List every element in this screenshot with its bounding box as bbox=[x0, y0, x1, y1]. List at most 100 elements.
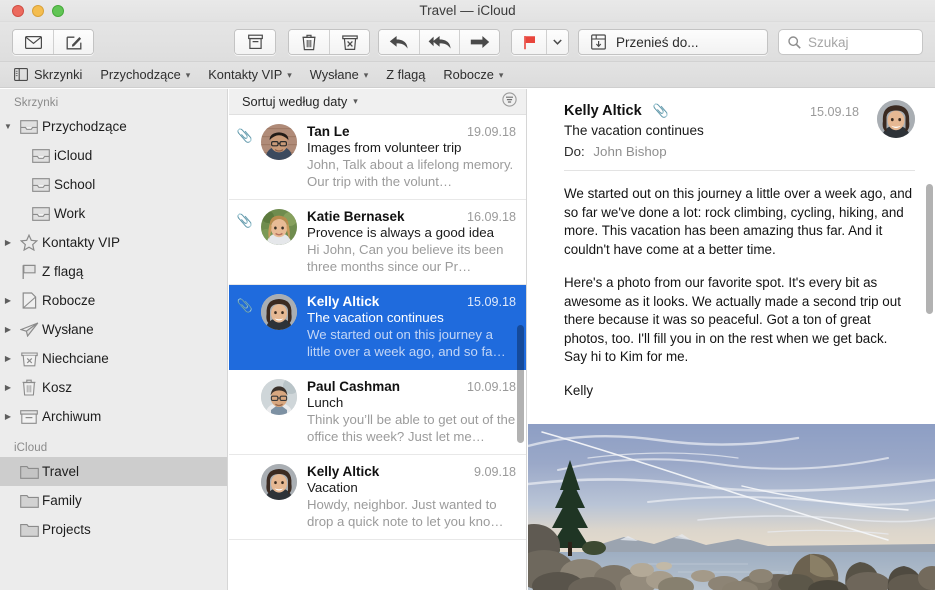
sidebar-item-mailboxes-toggle[interactable]: Skrzynki bbox=[0, 62, 91, 88]
archive-button[interactable] bbox=[235, 30, 275, 54]
table-row[interactable]: 📎 bbox=[229, 200, 526, 285]
sidebar-item-junk[interactable]: ▶ Niechciane bbox=[0, 344, 227, 373]
sidebar-folder-family[interactable]: Family bbox=[0, 486, 227, 515]
chevron-down-icon: ▾ bbox=[499, 70, 504, 81]
folder-icon bbox=[16, 522, 42, 537]
sidebar-folder-label: Travel bbox=[42, 464, 79, 479]
table-row[interactable]: Kelly Altick 9.09.18 Vacation Howdy, nei… bbox=[229, 455, 526, 540]
table-row[interactable]: 📎 Kelly Altick bbox=[229, 285, 526, 370]
move-to-button[interactable]: Przenieś do... bbox=[578, 29, 768, 55]
favbar-label-3: Wysłane bbox=[310, 67, 359, 82]
sidebar-item-work[interactable]: Work bbox=[0, 199, 227, 228]
trash-icon bbox=[302, 34, 316, 51]
message-preview: John, Talk about a lifelong memory. Our … bbox=[307, 157, 516, 190]
sidebar-toggle-icon bbox=[14, 68, 28, 81]
sidebar-item-flagged[interactable]: Z flagą bbox=[0, 257, 227, 286]
message-subject: Provence is always a good idea bbox=[307, 225, 516, 240]
sort-by-date-button[interactable]: Sortuj według daty ▾ bbox=[242, 94, 358, 109]
search-field[interactable]: Szukaj bbox=[778, 29, 923, 55]
message-date: 10.09.18 bbox=[467, 380, 516, 394]
message-list[interactable]: Sortuj według daty ▾ 📎 bbox=[229, 89, 527, 590]
reply-button[interactable] bbox=[379, 30, 419, 54]
sidebar-item-icloud[interactable]: iCloud bbox=[0, 141, 227, 170]
favbar-label-2: Kontakty VIP bbox=[208, 67, 282, 82]
sidebar-folder-label: Projects bbox=[42, 522, 91, 537]
reading-pane-scrollbar[interactable] bbox=[926, 184, 933, 314]
disclosure-right-icon[interactable]: ▶ bbox=[0, 296, 16, 305]
message-sender: Tan Le bbox=[307, 124, 350, 139]
sidebar-folder-travel[interactable]: Travel bbox=[0, 457, 227, 486]
sidebar-item-drafts[interactable]: ▶ Robocze bbox=[0, 286, 227, 315]
inbox-tray-icon bbox=[28, 207, 54, 221]
message-subject: Images from volunteer trip bbox=[307, 140, 516, 155]
sidebar-item-school[interactable]: School bbox=[0, 170, 227, 199]
favbar-label-4: Z flagą bbox=[386, 67, 425, 82]
chevron-down-icon: ▾ bbox=[364, 70, 369, 81]
compose-button[interactable] bbox=[53, 30, 93, 54]
reply-all-button[interactable] bbox=[419, 30, 459, 54]
favbar-item-sent[interactable]: Wysłane ▾ bbox=[301, 62, 378, 88]
sidebar-folder-projects[interactable]: Projects bbox=[0, 515, 227, 544]
move-to-label: Przenieś do... bbox=[616, 35, 699, 50]
disclosure-right-icon[interactable]: ▶ bbox=[0, 412, 16, 421]
favbar-item-vip[interactable]: Kontakty VIP ▾ bbox=[199, 62, 301, 88]
avatar bbox=[877, 100, 915, 138]
favbar-label-0: Skrzynki bbox=[34, 67, 82, 82]
disclosure-right-icon[interactable]: ▶ bbox=[0, 383, 16, 392]
message-body: We started out on this journey a little … bbox=[528, 171, 935, 400]
message-list-header: Sortuj według daty ▾ bbox=[229, 89, 526, 115]
forward-button[interactable] bbox=[459, 30, 499, 54]
message-subject: The vacation continues bbox=[307, 310, 516, 325]
sidebar-item-label: iCloud bbox=[54, 148, 92, 163]
paperclip-icon: 📎 bbox=[237, 128, 253, 143]
favbar-item-flagged[interactable]: Z flagą bbox=[377, 62, 434, 88]
folder-icon bbox=[16, 464, 42, 479]
message-subject: Vacation bbox=[307, 480, 516, 495]
message-date: 9.09.18 bbox=[474, 465, 516, 479]
sidebar-item-label: Robocze bbox=[42, 293, 95, 308]
sidebar-item-label: Z flagą bbox=[42, 264, 83, 279]
avatar bbox=[261, 379, 297, 415]
filter-button[interactable] bbox=[502, 92, 517, 112]
table-row[interactable]: Paul Cashman 10.09.18 Lunch Think you’ll… bbox=[229, 370, 526, 455]
toolbar: Przenieś do... Szukaj bbox=[0, 22, 935, 62]
message-date: 19.09.18 bbox=[467, 125, 516, 139]
body-paragraph: Here's a photo from our favorite spot. I… bbox=[564, 274, 913, 367]
sidebar-item-inbox[interactable]: ▼ Przychodzące bbox=[0, 112, 227, 141]
junk-button[interactable] bbox=[329, 30, 369, 54]
disclosure-right-icon[interactable]: ▶ bbox=[0, 354, 16, 363]
avatar bbox=[261, 209, 297, 245]
sidebar-item-label: Work bbox=[54, 206, 85, 221]
avatar bbox=[261, 464, 297, 500]
flag-menu-button[interactable] bbox=[546, 30, 568, 54]
sidebar-item-label: School bbox=[54, 177, 95, 192]
message-date: 15.09.18 bbox=[810, 105, 859, 119]
sidebar-item-trash[interactable]: ▶ Kosz bbox=[0, 373, 227, 402]
flag-outline-icon bbox=[16, 264, 42, 280]
sidebar-item-label: Kosz bbox=[42, 380, 72, 395]
message-list-scrollbar[interactable] bbox=[517, 325, 524, 443]
attached-photo[interactable] bbox=[528, 424, 935, 590]
favbar-item-drafts[interactable]: Robocze ▾ bbox=[434, 62, 512, 88]
compose-pencil-icon bbox=[66, 34, 82, 50]
table-row[interactable]: 📎 bbox=[229, 115, 526, 200]
get-mail-button[interactable] bbox=[13, 30, 53, 54]
sidebar-folder-label: Family bbox=[42, 493, 82, 508]
avatar bbox=[261, 124, 297, 160]
sidebar-item-vip[interactable]: ▶ Kontakty VIP bbox=[0, 228, 227, 257]
sidebar-item-archive[interactable]: ▶ Archiwum bbox=[0, 402, 227, 431]
flag-button[interactable] bbox=[512, 30, 546, 54]
search-placeholder: Szukaj bbox=[808, 35, 849, 50]
sidebar-section-icloud: iCloud bbox=[0, 431, 227, 457]
chevron-down-icon: ▾ bbox=[353, 96, 358, 107]
disclosure-down-icon[interactable]: ▼ bbox=[0, 122, 16, 131]
delete-button[interactable] bbox=[289, 30, 329, 54]
sidebar-item-sent[interactable]: ▶ Wysłane bbox=[0, 315, 227, 344]
favbar-item-inbox[interactable]: Przychodzące ▾ bbox=[91, 62, 199, 88]
sidebar[interactable]: Skrzynki ▼ Przychodzące iCloud bbox=[0, 89, 228, 590]
search-icon bbox=[788, 36, 801, 49]
title-bar: Travel — iCloud bbox=[0, 0, 935, 22]
to-value[interactable]: John Bishop bbox=[593, 144, 666, 159]
disclosure-right-icon[interactable]: ▶ bbox=[0, 325, 16, 334]
disclosure-right-icon[interactable]: ▶ bbox=[0, 238, 16, 247]
